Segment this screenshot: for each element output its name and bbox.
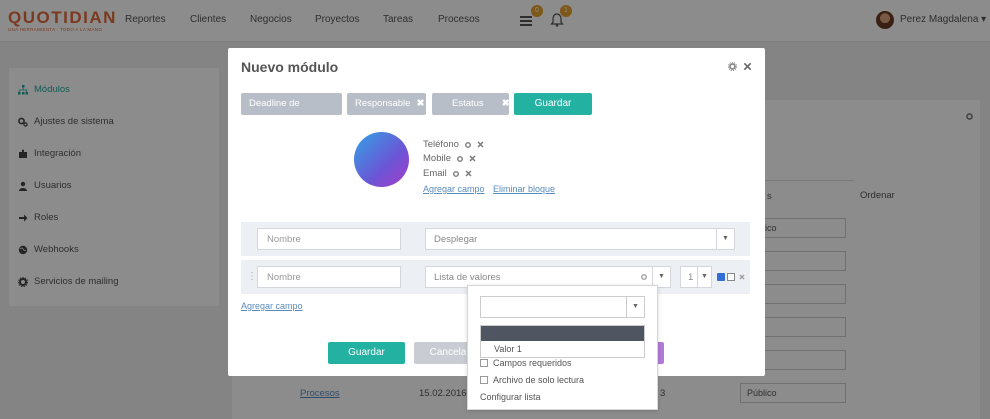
- checkbox-checked[interactable]: [717, 273, 725, 281]
- select-gear-icon[interactable]: [640, 273, 648, 281]
- configurar-lista-link[interactable]: Configurar lista: [480, 392, 541, 402]
- checkbox-solo-lectura[interactable]: Archivo de solo lectura: [480, 375, 584, 385]
- value-list-dropdown: ▼ Valor 1 Campos requeridos Archivo de s…: [467, 285, 658, 410]
- type-select[interactable]: Desplegar ▼: [425, 228, 735, 250]
- field-email: Email: [423, 168, 472, 179]
- module-avatar[interactable]: [354, 132, 409, 187]
- checkbox[interactable]: [727, 273, 735, 281]
- field-gear-icon[interactable]: [464, 141, 472, 149]
- chip-estatus[interactable]: Estatus ✖: [432, 93, 510, 115]
- chevron-down-icon: ▼: [626, 297, 644, 317]
- field-telefono: Teléfono: [423, 139, 484, 150]
- field-label: Teléfono: [423, 139, 459, 150]
- chip-label: Estatus: [452, 98, 484, 109]
- modal-title: Nuevo módulo: [241, 59, 339, 75]
- chip-label: Deadline de envío: [249, 98, 300, 131]
- checkbox-label: Campos requeridos: [493, 358, 572, 368]
- field-remove-icon[interactable]: [465, 170, 472, 177]
- dropdown-select[interactable]: ▼: [480, 296, 645, 318]
- field-gear-icon[interactable]: [456, 155, 464, 163]
- checkbox[interactable]: [480, 376, 488, 384]
- chip-responsable[interactable]: Responsable ✖: [347, 93, 426, 115]
- field-label: Email: [423, 168, 447, 179]
- partial-button[interactable]: [658, 342, 664, 364]
- checkbox[interactable]: [480, 359, 488, 367]
- dropdown-options: Valor 1: [480, 325, 645, 358]
- select-value: Lista de valores: [434, 272, 501, 283]
- field-gear-icon[interactable]: [452, 170, 460, 178]
- modal-actions: [728, 62, 752, 71]
- chip-close-icon[interactable]: ✖: [416, 98, 424, 109]
- chip-close-icon[interactable]: ✖: [278, 120, 286, 131]
- add-field-link[interactable]: Agregar campo: [423, 184, 485, 194]
- chip-deadline[interactable]: Deadline de envío ✖: [241, 93, 342, 131]
- chevron-down-icon: ▼: [697, 267, 711, 287]
- highlighted-option[interactable]: [481, 326, 644, 341]
- count-select[interactable]: 1 ▼: [680, 266, 712, 288]
- chevron-down-icon: ▼: [652, 267, 670, 287]
- field-remove-icon[interactable]: [469, 155, 476, 162]
- chevron-down-icon: ▼: [716, 229, 734, 249]
- save-button[interactable]: Guardar: [328, 342, 405, 364]
- select-value: 1: [688, 272, 694, 283]
- name-input[interactable]: Nombre: [257, 228, 401, 250]
- row-remove-icon[interactable]: [739, 274, 745, 280]
- add-field-bottom-link[interactable]: Agregar campo: [241, 301, 303, 311]
- chip-close-icon[interactable]: ✖: [502, 98, 510, 109]
- select-value: Desplegar: [434, 234, 478, 245]
- field-label: Mobile: [423, 153, 451, 164]
- modal-gear-icon[interactable]: [728, 62, 737, 71]
- close-icon[interactable]: [743, 62, 752, 71]
- field-mobile: Mobile: [423, 153, 476, 164]
- field-remove-icon[interactable]: [477, 141, 484, 148]
- save-top-button[interactable]: Guardar: [514, 93, 592, 115]
- name-input[interactable]: Nombre: [257, 266, 401, 288]
- checkbox-campos-requeridos[interactable]: Campos requeridos: [480, 358, 572, 368]
- checkbox-label: Archivo de solo lectura: [493, 375, 585, 385]
- remove-block-link[interactable]: Eliminar bloque: [493, 184, 555, 194]
- option-valor-1[interactable]: Valor 1: [494, 344, 522, 354]
- chip-label: Responsable: [355, 98, 411, 109]
